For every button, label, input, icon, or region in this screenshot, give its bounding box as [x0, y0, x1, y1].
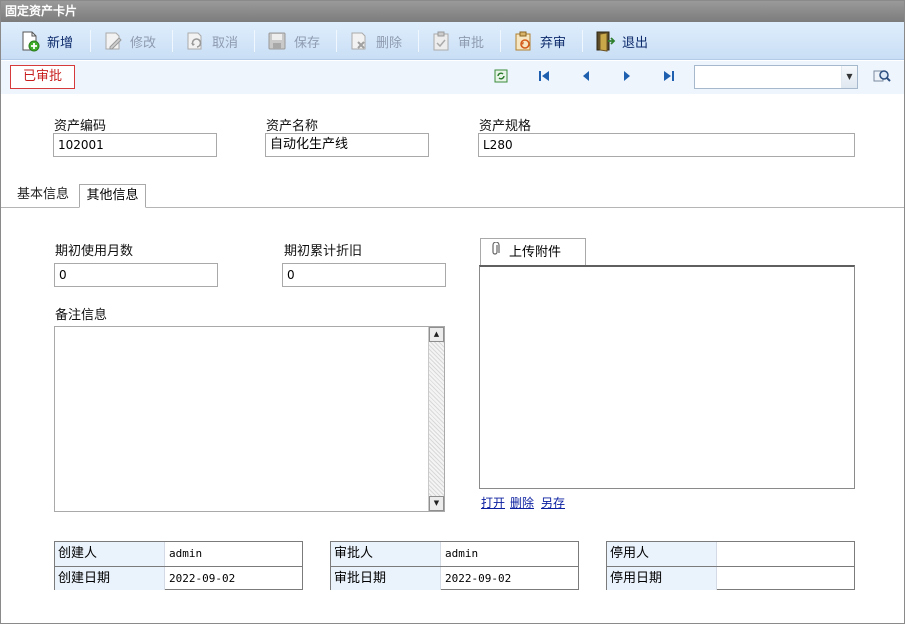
- disabler-label: 停用人: [607, 542, 717, 566]
- toolbar-separator: [418, 30, 419, 52]
- first-record-button[interactable]: [536, 69, 552, 85]
- delete-attachment-link[interactable]: 删除: [510, 494, 534, 511]
- remark-label: 备注信息: [55, 308, 108, 323]
- asset-card-window: 固定资产卡片 新增 修改 取消 保存 删除 审批 弃审 退出 已审批 ▼ 资产编…: [0, 0, 905, 624]
- toolbar-separator: [336, 30, 337, 52]
- clipboard-undo-icon: [512, 30, 534, 52]
- initial-depreciation-label: 期初累计折旧: [284, 244, 363, 259]
- disabled-date-value: [717, 567, 854, 590]
- undo-document-icon: [184, 30, 206, 52]
- initial-months-label: 期初使用月数: [55, 244, 134, 259]
- creator-info-table: 创建人 admin 创建日期 2022-09-02: [54, 541, 303, 590]
- remark-scrollbar[interactable]: ▲ ▼: [428, 327, 444, 511]
- delete-button[interactable]: 删除: [348, 27, 402, 55]
- toolbar-separator: [254, 30, 255, 52]
- record-search-combo[interactable]: ▼: [694, 65, 858, 89]
- toolbar-separator: [500, 30, 501, 52]
- status-badge: 已审批: [10, 65, 75, 89]
- creator-row: 创建人 admin: [55, 542, 302, 566]
- record-navigation-bar: 已审批 ▼: [1, 61, 904, 94]
- toolbar: 新增 修改 取消 保存 删除 审批 弃审 退出: [1, 22, 904, 60]
- toolbar-separator: [172, 30, 173, 52]
- previous-record-button[interactable]: [578, 69, 594, 85]
- approver-label: 审批人: [331, 542, 441, 566]
- created-date-value: 2022-09-02: [169, 572, 236, 585]
- initial-depreciation-field[interactable]: 0: [282, 263, 446, 287]
- skip-first-icon: [538, 70, 550, 85]
- last-record-button[interactable]: [661, 69, 677, 85]
- upload-attachment-label: 上传附件: [509, 245, 562, 260]
- initial-months-field[interactable]: 0: [54, 263, 218, 287]
- save-button[interactable]: 保存: [266, 27, 320, 55]
- created-date-row: 创建日期 2022-09-02: [55, 566, 302, 590]
- chevron-right-icon: [622, 70, 632, 85]
- open-attachment-link[interactable]: 打开: [481, 494, 505, 511]
- upload-attachment-tab[interactable]: 上传附件: [480, 238, 586, 267]
- attachment-list[interactable]: [479, 265, 855, 489]
- skip-last-icon: [663, 70, 675, 85]
- edit-document-icon: [102, 30, 124, 52]
- new-button[interactable]: 新增: [19, 27, 73, 55]
- next-record-button[interactable]: [619, 69, 635, 85]
- exit-button[interactable]: 退出: [594, 27, 648, 55]
- approved-date-label: 审批日期: [331, 567, 441, 590]
- asset-code-label: 资产编码: [54, 119, 107, 134]
- find-button[interactable]: [872, 68, 892, 86]
- disabler-row: 停用人: [607, 542, 854, 566]
- delete-document-icon: [348, 30, 370, 52]
- clipboard-check-icon: [430, 30, 452, 52]
- disabler-info-table: 停用人 停用日期: [606, 541, 855, 590]
- disabled-date-row: 停用日期: [607, 566, 854, 590]
- refresh-icon: [494, 69, 508, 86]
- asset-code-field[interactable]: 102001: [53, 133, 217, 157]
- chevron-left-icon: [581, 70, 591, 85]
- save-as-attachment-link[interactable]: 另存: [541, 494, 565, 511]
- cancel-button[interactable]: 取消: [184, 27, 238, 55]
- approved-date-row: 审批日期 2022-09-02: [331, 566, 578, 590]
- scroll-down-icon[interactable]: ▼: [429, 496, 444, 511]
- tab-basic-info[interactable]: 基本信息: [11, 184, 75, 208]
- exit-door-icon: [594, 30, 616, 52]
- paperclip-icon: [491, 240, 501, 266]
- magnifier-icon: [873, 68, 891, 87]
- toolbar-separator: [582, 30, 583, 52]
- approver-row: 审批人 admin: [331, 542, 578, 566]
- new-document-icon: [19, 30, 41, 52]
- asset-name-label: 资产名称: [266, 119, 319, 134]
- scroll-up-icon[interactable]: ▲: [429, 327, 444, 342]
- creator-value: admin: [169, 547, 203, 560]
- approver-info-table: 审批人 admin 审批日期 2022-09-02: [330, 541, 579, 590]
- toolbar-separator: [90, 30, 91, 52]
- window-title: 固定资产卡片: [1, 1, 904, 22]
- unapprove-button[interactable]: 弃审: [512, 27, 566, 55]
- remark-textarea[interactable]: ▲ ▼: [54, 326, 445, 512]
- floppy-disk-icon: [266, 30, 288, 52]
- approved-date-value: 2022-09-02: [445, 572, 512, 585]
- asset-name-field[interactable]: 自动化生产线: [265, 133, 429, 157]
- approve-button[interactable]: 审批: [430, 27, 484, 55]
- edit-button[interactable]: 修改: [102, 27, 156, 55]
- tab-other-info[interactable]: 其他信息: [79, 184, 146, 208]
- asset-spec-field[interactable]: L280: [478, 133, 855, 157]
- approver-value: admin: [445, 547, 479, 560]
- creator-label: 创建人: [55, 542, 165, 566]
- created-date-label: 创建日期: [55, 567, 165, 590]
- disabler-value: [717, 542, 854, 566]
- asset-spec-label: 资产规格: [479, 119, 532, 134]
- chevron-down-icon[interactable]: ▼: [841, 66, 857, 88]
- disabled-date-label: 停用日期: [607, 567, 717, 590]
- refresh-button[interactable]: [493, 69, 509, 85]
